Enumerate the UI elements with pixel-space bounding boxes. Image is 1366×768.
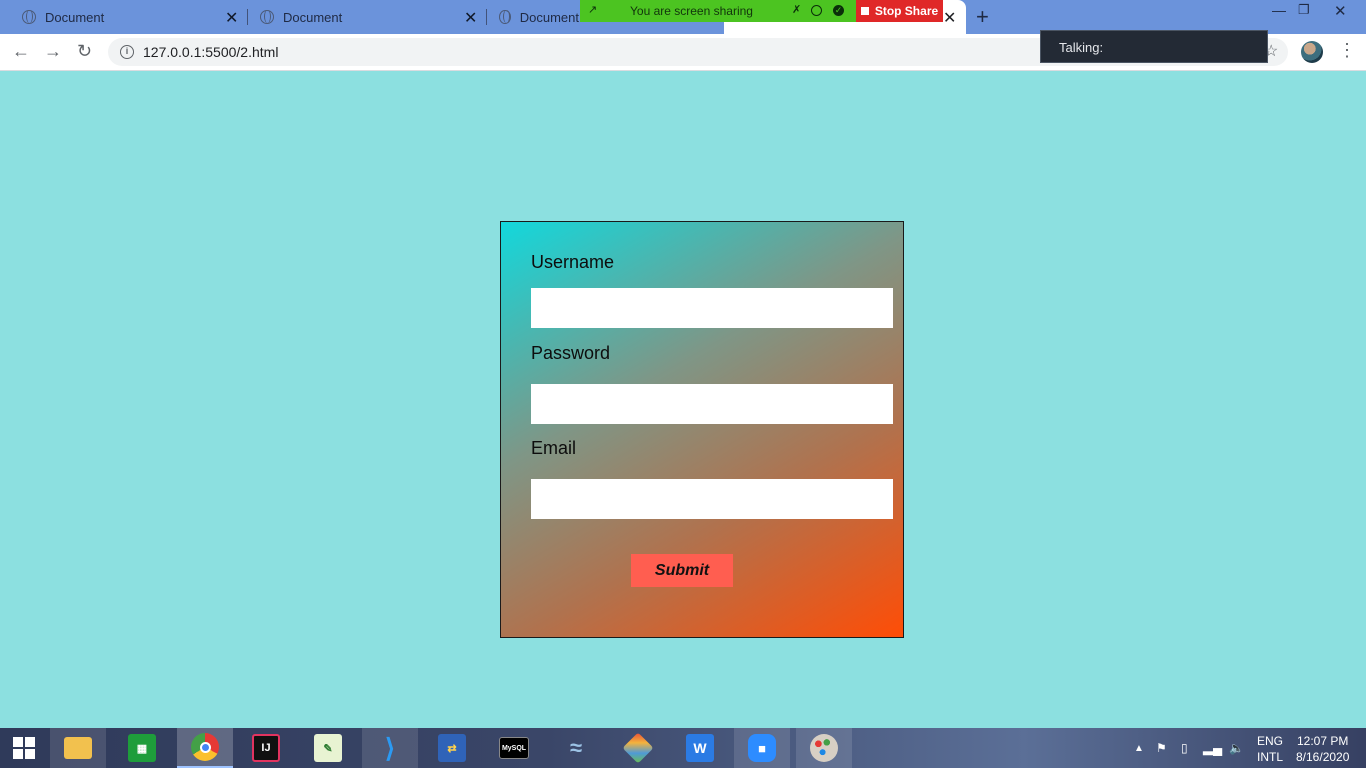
taskbar-intellij-idea[interactable]: IJ [238, 728, 294, 768]
tab-divider [486, 9, 487, 25]
keyboard-layout: INTL [1257, 750, 1284, 764]
restore-window-icon[interactable]: ❐ [1298, 2, 1310, 18]
taskbar-git[interactable] [610, 728, 666, 768]
browser-tab[interactable]: Document ✕ [22, 0, 247, 34]
browser-tab[interactable]: Document [499, 0, 579, 34]
volume-icon[interactable]: 🔈 [1229, 728, 1244, 768]
windows-logo-icon [13, 737, 35, 759]
git-icon [622, 732, 654, 764]
taskbar-google-chrome[interactable] [177, 728, 233, 768]
close-window-icon[interactable]: ✕ [1334, 2, 1347, 20]
tab-title: Document [519, 9, 579, 25]
close-tab-icon[interactable]: ✕ [225, 8, 238, 28]
email-label: Email [531, 438, 577, 458]
signup-form-card: Username Password Email Submit [500, 221, 904, 638]
taskbar-mysql-shell[interactable]: MySQL [486, 728, 542, 768]
action-center-flag-icon[interactable]: ⚑ [1156, 728, 1167, 768]
folder-icon [64, 737, 92, 759]
new-tab-button[interactable]: + [976, 4, 989, 30]
minimize-window-icon[interactable]: — [1272, 2, 1286, 18]
notepad-plus-plus-icon: ✎ [314, 734, 342, 762]
close-tab-icon[interactable]: ✕ [464, 8, 477, 28]
screen-share-banner: ↗ You are screen sharing ✗ ✓ [580, 0, 856, 22]
tab-divider [247, 9, 248, 25]
taskbar-notepad-plus-plus[interactable]: ✎ [300, 728, 356, 768]
back-arrow-icon[interactable]: ← [12, 41, 30, 62]
mysql-shell-icon: MySQL [499, 737, 529, 759]
submit-button[interactable]: Submit [631, 554, 733, 587]
taskbar-zoom[interactable]: ■ [734, 728, 790, 768]
tab-title: Document [45, 9, 105, 25]
clock-time: 12:07 PM [1297, 734, 1349, 748]
stop-share-button[interactable]: Stop Share [856, 0, 943, 22]
windows-taskbar: ▦ IJ ✎ ⟩ ⇄ MySQL ≈ W ■ ▲ ⚑ ▯ ▂▄ 🔈 ENG IN… [0, 728, 1366, 768]
forward-arrow-icon[interactable]: → [44, 41, 62, 62]
record-icon[interactable] [811, 5, 822, 16]
taskbar-wps-office[interactable]: W [672, 728, 728, 768]
close-tab-icon[interactable]: ✕ [943, 8, 956, 28]
network-signal-icon[interactable]: ▂▄ [1203, 728, 1222, 768]
username-input[interactable] [531, 288, 893, 328]
url-text: 127.0.0.1:5500/2.html [143, 44, 279, 60]
taskbar-paint[interactable] [796, 728, 852, 768]
dolphin-icon: ≈ [569, 735, 583, 760]
zoom-talking-indicator: Talking: [1040, 30, 1268, 63]
input-language-indicator[interactable]: ENG INTL [1257, 733, 1283, 765]
taskbar-visual-studio-code[interactable]: ⟩ [362, 728, 418, 768]
browser-tab[interactable]: Document ✕ [260, 0, 485, 34]
taskbar-file-explorer[interactable] [50, 728, 106, 768]
chrome-icon [191, 733, 219, 761]
security-shield-icon[interactable]: ✓ [833, 5, 844, 16]
globe-icon [499, 10, 511, 24]
filezilla-icon: ⇄ [438, 734, 466, 762]
username-label: Username [531, 252, 615, 272]
mute-icon[interactable]: ✗ [792, 5, 803, 16]
battery-icon[interactable]: ▯ [1181, 728, 1188, 768]
screen-sharing-text: You are screen sharing [630, 4, 753, 18]
store-icon: ▦ [128, 734, 156, 762]
stop-square-icon [860, 7, 869, 15]
email-input[interactable] [531, 479, 893, 519]
intellij-icon: IJ [252, 734, 280, 762]
tab-title: Document [283, 9, 343, 25]
start-button[interactable] [0, 728, 48, 768]
pin-icon[interactable]: ↗ [588, 5, 599, 16]
globe-icon [260, 10, 274, 24]
zoom-camera-icon: ■ [748, 734, 776, 762]
globe-icon [22, 10, 36, 24]
wps-writer-icon: W [686, 734, 714, 762]
reload-icon[interactable]: ↻ [77, 41, 92, 62]
password-label: Password [531, 343, 611, 363]
paint-palette-icon [810, 734, 838, 762]
talking-label: Talking: [1059, 40, 1104, 55]
language-code: ENG [1257, 734, 1284, 748]
system-clock[interactable]: 12:07 PM 8/16/2020 [1296, 733, 1349, 765]
browser-menu-icon[interactable]: ⋮ [1338, 40, 1356, 61]
taskbar-mysql-workbench[interactable]: ≈ [548, 728, 604, 768]
stop-share-label: Stop Share [874, 4, 939, 18]
show-hidden-icons-icon[interactable]: ▲ [1134, 728, 1144, 768]
profile-avatar[interactable] [1301, 41, 1323, 63]
clock-date: 8/16/2020 [1296, 750, 1350, 764]
site-info-icon[interactable]: i [120, 45, 134, 59]
vscode-icon: ⟩ [384, 732, 396, 763]
taskbar-microsoft-store[interactable]: ▦ [114, 728, 170, 768]
taskbar-filezilla[interactable]: ⇄ [424, 728, 480, 768]
password-input[interactable] [531, 384, 893, 424]
